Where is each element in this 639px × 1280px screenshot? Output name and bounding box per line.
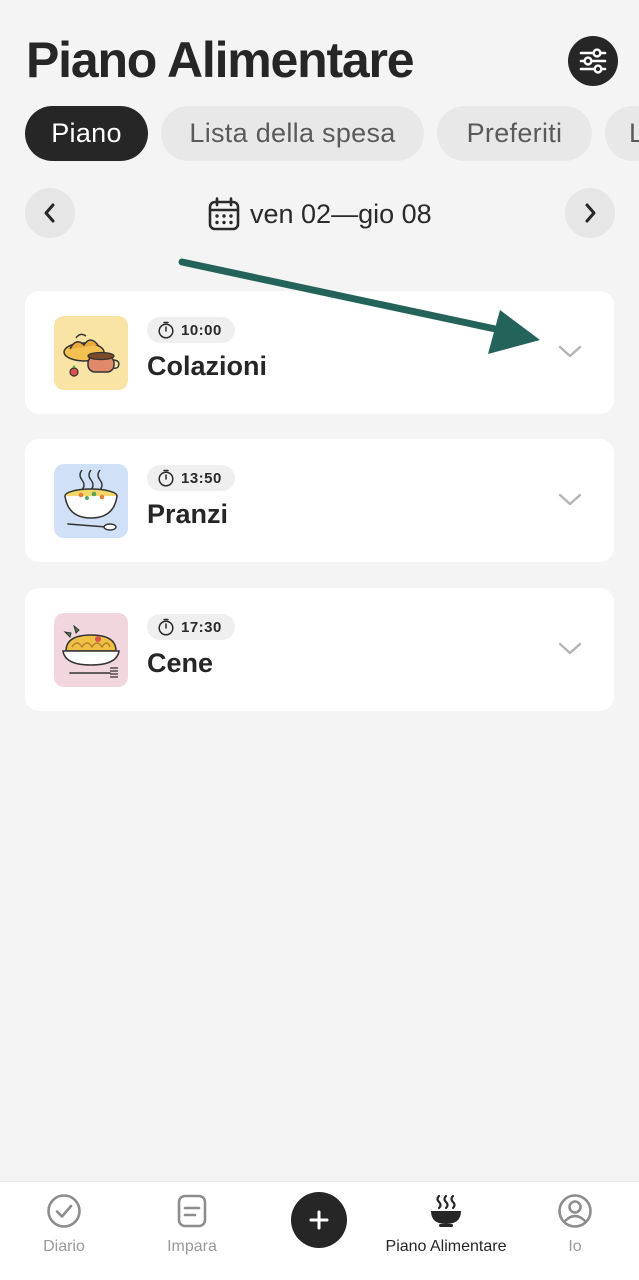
next-week-button[interactable] (565, 188, 615, 238)
calendar-icon (208, 197, 240, 231)
meal-name: Cene (147, 648, 214, 678)
tab-preferiti[interactable]: Preferiti (437, 106, 592, 161)
tab-bar: Piano Lista della spesa Preferiti L (0, 106, 639, 162)
meal-card-cene[interactable]: 17:30 Cene (25, 588, 614, 711)
stopwatch-icon (158, 469, 174, 487)
week-navigator: ven 02—gio 08 (0, 188, 639, 240)
page-title: Piano Alimentare (26, 32, 415, 88)
time-badge: 13:50 (147, 465, 235, 491)
nav-label: Io (568, 1238, 582, 1255)
time-badge: 10:00 (147, 317, 235, 343)
meal-time: 17:30 (181, 618, 222, 636)
header: Piano Alimentare (0, 0, 639, 100)
time-badge: 17:30 (147, 614, 235, 640)
bottom-navigation: Diario Impara Piano Alimentare Io (0, 1181, 639, 1280)
nav-piano-alimentare[interactable]: Piano Alimentare (381, 1182, 511, 1280)
nav-label: Piano Alimentare (385, 1238, 507, 1255)
sliders-icon (579, 48, 607, 74)
chevron-right-icon (585, 203, 596, 223)
nav-label: Impara (167, 1238, 217, 1255)
chevron-left-icon (44, 203, 55, 223)
chevron-down-icon[interactable] (557, 489, 583, 509)
nav-diario[interactable]: Diario (0, 1182, 128, 1280)
nav-io[interactable]: Io (511, 1182, 639, 1280)
meal-time: 13:50 (181, 469, 222, 487)
note-icon (177, 1194, 207, 1228)
chevron-down-icon[interactable] (557, 638, 583, 658)
soup-bowl-illustration (54, 464, 128, 538)
tab-piano[interactable]: Piano (25, 106, 148, 161)
nav-impara[interactable]: Impara (128, 1182, 256, 1280)
steaming-bowl-icon (431, 1194, 461, 1227)
user-circle-icon (558, 1194, 592, 1228)
week-range[interactable]: ven 02—gio 08 (208, 192, 432, 236)
add-button[interactable] (291, 1192, 347, 1248)
filter-button[interactable] (568, 36, 618, 86)
meal-card-colazioni[interactable]: 10:00 Colazioni (25, 291, 614, 414)
stopwatch-icon (158, 618, 174, 636)
plus-icon (309, 1210, 329, 1230)
week-range-label: ven 02—gio 08 (250, 198, 432, 229)
meal-card-pranzi[interactable]: 13:50 Pranzi (25, 439, 614, 562)
prev-week-button[interactable] (25, 188, 75, 238)
breakfast-illustration (54, 316, 128, 390)
meal-time: 10:00 (181, 321, 222, 339)
check-circle-icon (47, 1194, 81, 1228)
stopwatch-icon (158, 321, 174, 339)
pasta-dish-illustration (54, 613, 128, 687)
tab-lista-della-spesa[interactable]: Lista della spesa (161, 106, 424, 161)
tab-partial[interactable]: L (605, 106, 639, 161)
meal-name: Pranzi (147, 499, 229, 529)
nav-label: Diario (43, 1238, 85, 1255)
chevron-down-icon[interactable] (557, 341, 583, 361)
meal-name: Colazioni (147, 351, 267, 381)
